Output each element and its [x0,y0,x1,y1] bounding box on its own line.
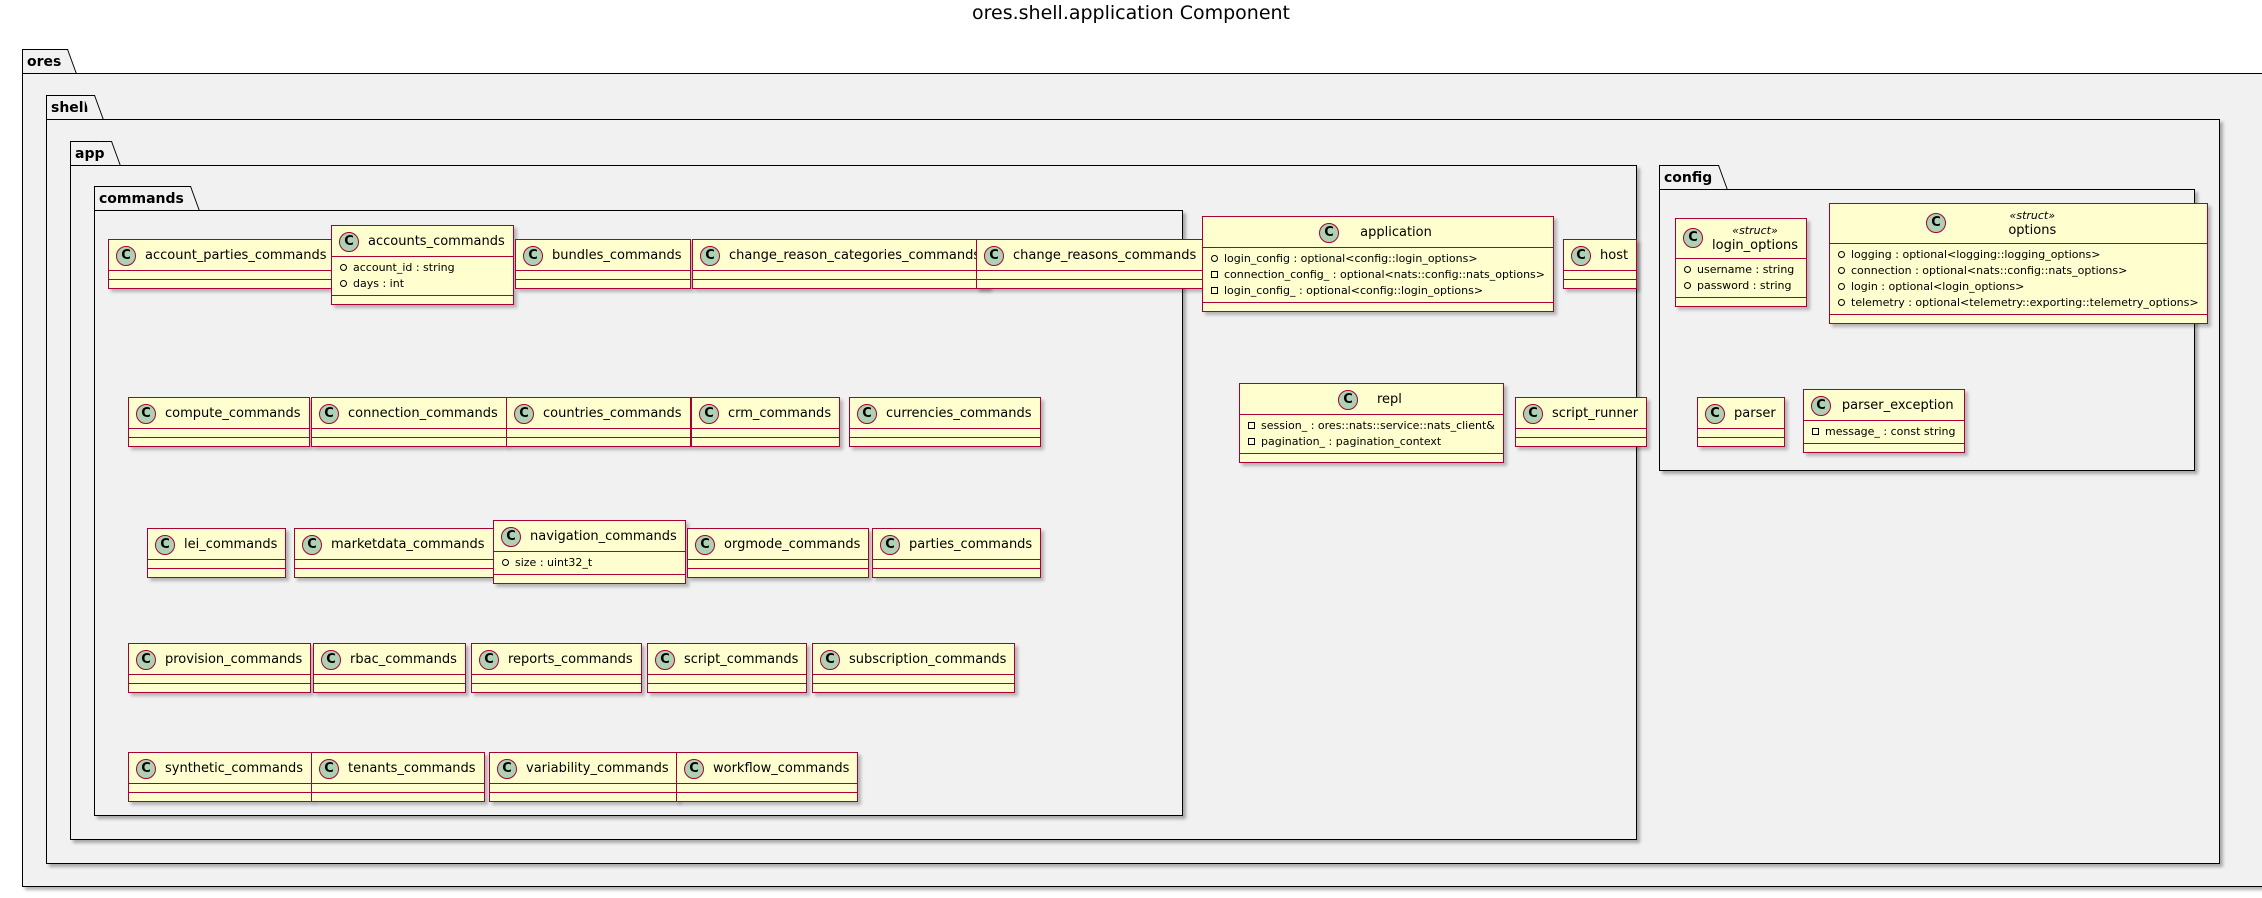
class-member: message_ : const string [1812,424,1956,440]
class-member: size : uint32_t [502,555,677,571]
class-lei-commands[interactable]: Clei_commands [147,528,287,578]
class-host[interactable]: Chost [1563,239,1638,289]
class-crm-commands[interactable]: Ccrm_commands [691,397,841,447]
class-parser[interactable]: Cparser [1697,397,1785,447]
package-commands-label: commands [94,186,189,211]
class-member: login : optional<login_options> [1838,279,2199,295]
class-bundles-commands[interactable]: Cbundles_commands [515,239,691,289]
class-member: login_config_ : optional<config::login_o… [1211,283,1545,299]
class-change-reason-categories-commands[interactable]: Cchange_reason_categories_commands [692,239,990,289]
class-repl[interactable]: Crepl session_ : ores::nats::service::na… [1239,383,1504,463]
class-icon: C [319,759,339,779]
class-member: telemetry : optional<telemetry::exportin… [1838,295,2199,311]
package-shell-label: shell [46,95,94,120]
class-icon: C [321,650,341,670]
class-icon: C [497,759,517,779]
class-icon: C [136,759,156,779]
class-member: connection_config_ : optional<nats::conf… [1211,267,1545,283]
class-icon: C [984,246,1004,266]
class-compute-commands[interactable]: Ccompute_commands [128,397,310,447]
class-parties-commands[interactable]: Cparties_commands [872,528,1042,578]
class-icon: C [155,535,175,555]
class-change-reasons-commands[interactable]: Cchange_reasons_commands [976,239,1206,289]
class-icon: C [699,404,719,424]
class-navigation-commands[interactable]: Cnavigation_commands size : uint32_t [493,520,686,584]
class-icon: C [302,535,322,555]
class-options[interactable]: C «struct» options logging : optional<lo… [1829,203,2208,324]
class-icon: C [479,650,499,670]
class-member: session_ : ores::nats::service::nats_cli… [1248,418,1495,434]
class-account-parties-commands[interactable]: Caccount_parties_commands [108,239,336,289]
class-icon: C [1705,404,1725,424]
class-icon: C [1523,404,1543,424]
class-member: logging : optional<logging::logging_opti… [1838,247,2199,263]
class-variability-commands[interactable]: Cvariability_commands [489,752,678,802]
class-icon: C [695,535,715,555]
class-icon: C [116,246,136,266]
class-icon: C [1319,223,1339,243]
class-icon: C [880,535,900,555]
class-member: account_id : string [340,260,505,276]
class-icon: C [700,246,720,266]
class-icon: C [684,759,704,779]
class-member: connection : optional<nats::config::nats… [1838,263,2199,279]
class-icon: C [1683,228,1703,248]
class-icon: C [514,404,534,424]
class-member: pagination_ : pagination_context [1248,434,1495,450]
class-script-runner[interactable]: Cscript_runner [1515,397,1648,447]
class-rbac-commands[interactable]: Crbac_commands [313,643,466,693]
class-icon: C [1926,213,1946,233]
package-app-label: app [70,141,110,166]
class-currencies-commands[interactable]: Ccurrencies_commands [849,397,1041,447]
class-marketdata-commands[interactable]: Cmarketdata_commands [294,528,494,578]
package-config-label: config [1659,165,1718,190]
class-reports-commands[interactable]: Creports_commands [471,643,642,693]
class-connection-commands[interactable]: Cconnection_commands [311,397,507,447]
class-icon: C [339,232,359,252]
class-icon: C [319,404,339,424]
class-icon: C [1338,390,1358,410]
class-member: password : string [1684,278,1798,294]
class-icon: C [136,404,156,424]
class-icon: C [501,527,521,547]
class-member: username : string [1684,262,1798,278]
class-accounts-commands[interactable]: Caccounts_commands account_id : string d… [331,225,514,305]
class-countries-commands[interactable]: Ccountries_commands [506,397,691,447]
class-script-commands[interactable]: Cscript_commands [647,643,808,693]
class-icon: C [655,650,675,670]
class-member: days : int [340,276,505,292]
class-application[interactable]: Capplication login_config : optional<con… [1202,216,1554,312]
class-member: login_config : optional<config::login_op… [1211,251,1545,267]
diagram-title: ores.shell.application Component [971,2,1291,24]
class-synthetic-commands[interactable]: Csynthetic_commands [128,752,313,802]
class-orgmode-commands[interactable]: Corgmode_commands [687,528,870,578]
class-icon: C [136,650,156,670]
class-icon: C [820,650,840,670]
class-subscription-commands[interactable]: Csubscription_commands [812,643,1016,693]
class-icon: C [1571,246,1591,266]
class-parser-exception[interactable]: Cparser_exception message_ : const strin… [1803,389,1965,453]
class-tenants-commands[interactable]: Ctenants_commands [311,752,485,802]
class-icon: C [523,246,543,266]
class-icon: C [1811,396,1831,416]
class-icon: C [857,404,877,424]
class-workflow-commands[interactable]: Cworkflow_commands [676,752,859,802]
class-login-options[interactable]: C «struct» login_options username : stri… [1675,218,1808,307]
class-provision-commands[interactable]: Cprovision_commands [128,643,312,693]
package-ores-label: ores [22,49,67,74]
